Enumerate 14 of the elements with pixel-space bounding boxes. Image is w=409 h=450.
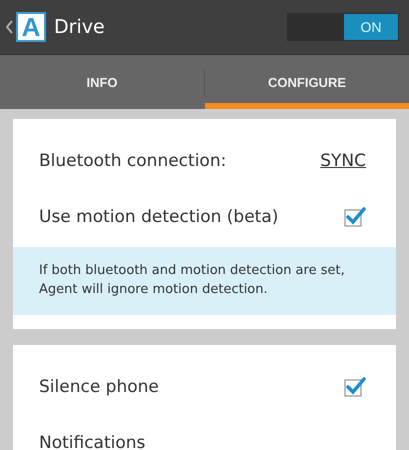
sync-link[interactable]: SYNC [320,151,366,171]
setting-label: Bluetooth connection: [39,151,226,171]
tab[interactable]: CONFIGURE [205,55,409,109]
screen-title: Drive [54,16,106,38]
back-icon[interactable] [6,20,13,34]
setting-label: Use motion detection (beta) [39,207,278,227]
tab[interactable]: INFO [0,55,204,109]
toggle-switch[interactable]: ON [287,13,399,41]
info-note: If both bluetooth and motion detection are set, Agent will ignore motion detection. [13,247,396,315]
checkbox[interactable] [344,376,366,398]
checkbox[interactable] [344,206,366,228]
app-logo: A [16,12,46,42]
setting-label: Silence phone [39,376,159,397]
setting-label[interactable]: Notifications [39,432,146,450]
